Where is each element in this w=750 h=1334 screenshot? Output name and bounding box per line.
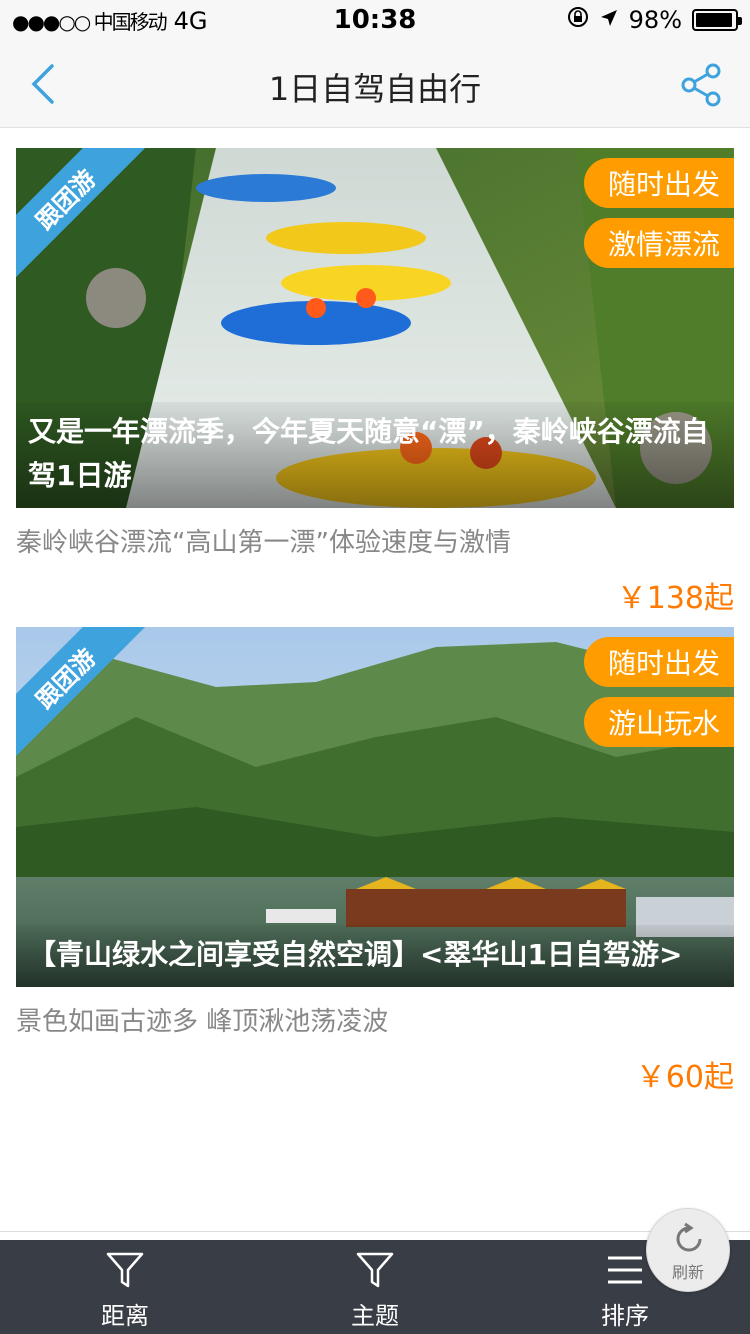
status-bar: ●●●○○ 中国移动 4G 10:38 98% [0,0,750,40]
tour-image-mountain[interactable]: 跟团游 随时出发 游山玩水 【青山绿水之间享受自然空调】<翠华山1日自驾游> [16,627,734,987]
ribbon-label: 跟团游 [16,627,146,757]
tab-label: 主题 [351,1302,399,1330]
tag-badge: 激情漂流 [583,218,734,268]
tag-badge: 随时出发 [583,637,734,687]
tour-subtitle: 景色如画古迹多 峰顶湫池荡凌波 [16,1007,389,1037]
bottom-tab-bar: 距离 主题 排序 [0,1240,750,1334]
battery-percent: 98% [628,6,682,34]
tour-type-ribbon: 跟团游 [16,627,146,757]
nav-bar: 1日自驾自由行 [0,40,750,128]
tour-card[interactable]: 跟团游 随时出发 游山玩水 【青山绿水之间享受自然空调】<翠华山1日自驾游> 景… [16,627,734,1096]
refresh-label: 刷新 [671,1263,704,1282]
refresh-icon [676,1222,702,1252]
tour-price: ￥60起 [635,1060,734,1095]
tab-theme[interactable]: 主题 [250,1240,500,1334]
orientation-lock-icon [567,6,589,34]
ribbon-label: 跟团游 [16,148,146,278]
tour-type-ribbon: 跟团游 [16,148,146,278]
tab-label: 距离 [101,1302,149,1330]
menu-icon [608,1256,642,1284]
filter-icon [356,1252,394,1288]
refresh-button[interactable]: 刷新 [646,1208,730,1292]
tag-badge: 随时出发 [583,158,734,208]
tag-badge: 游山玩水 [583,697,734,747]
page-title: 1日自驾自由行 [268,70,482,108]
tab-label: 排序 [601,1302,649,1330]
share-button[interactable] [678,62,724,108]
tour-card[interactable]: 跟团游 随时出发 激情漂流 又是一年漂流季，今年夏天随意“漂”，秦岭峡谷漂流自驾… [16,148,734,617]
share-icon [681,63,721,107]
tour-caption: 又是一年漂流季，今年夏天随意“漂”，秦岭峡谷漂流自驾1日游 [16,402,734,508]
tour-caption: 【青山绿水之间享受自然空调】<翠华山1日自驾游> [16,925,734,987]
battery-icon [692,9,742,31]
location-arrow-icon [599,6,619,34]
tab-distance[interactable]: 距离 [0,1240,250,1334]
filter-icon [106,1252,144,1288]
tour-price: ￥138起 [616,581,734,616]
divider [0,1231,750,1232]
tour-image-rafting[interactable]: 跟团游 随时出发 激情漂流 又是一年漂流季，今年夏天随意“漂”，秦岭峡谷漂流自驾… [16,148,734,508]
tour-subtitle: 秦岭峡谷漂流“高山第一漂”体验速度与激情 [16,528,511,558]
